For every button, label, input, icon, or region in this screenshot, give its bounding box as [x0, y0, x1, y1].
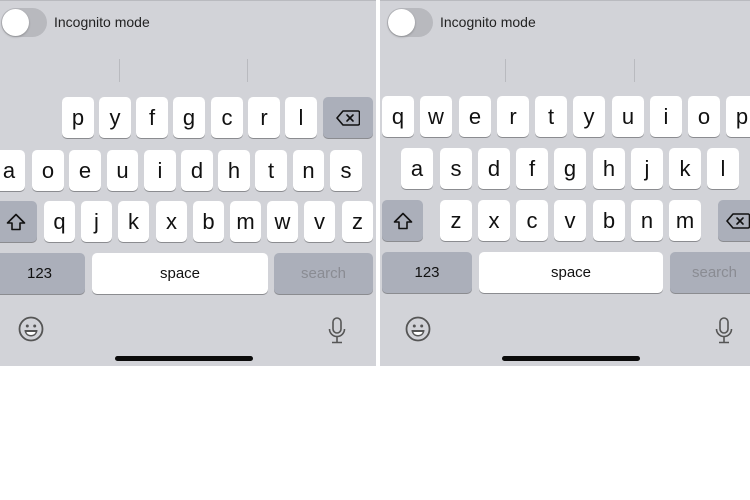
- key-n[interactable]: n: [293, 150, 324, 191]
- home-indicator[interactable]: [502, 356, 640, 361]
- key-u[interactable]: u: [107, 150, 138, 191]
- backspace-key[interactable]: [718, 200, 750, 241]
- numbers-key[interactable]: 123: [382, 252, 472, 293]
- key-t[interactable]: t: [535, 96, 567, 137]
- key-f[interactable]: f: [136, 97, 168, 138]
- shift-key[interactable]: [382, 200, 423, 241]
- toggle-knob: [2, 9, 29, 36]
- key-p[interactable]: p: [62, 97, 94, 138]
- home-indicator[interactable]: [115, 356, 253, 361]
- incognito-label: Incognito mode: [54, 14, 150, 30]
- divider: [380, 0, 750, 1]
- space-key[interactable]: space: [479, 252, 663, 293]
- key-j[interactable]: j: [81, 201, 112, 242]
- key-s[interactable]: s: [330, 150, 362, 191]
- key-d[interactable]: d: [181, 150, 213, 191]
- key-e[interactable]: e: [459, 96, 491, 137]
- key-w[interactable]: w: [420, 96, 452, 137]
- key-n[interactable]: n: [631, 200, 663, 241]
- shift-key[interactable]: [0, 201, 37, 242]
- key-p[interactable]: p: [726, 96, 750, 137]
- key-q[interactable]: q: [382, 96, 414, 137]
- key-e[interactable]: e: [69, 150, 101, 191]
- key-r[interactable]: r: [497, 96, 529, 137]
- key-l[interactable]: l: [707, 148, 739, 189]
- backspace-icon: [726, 212, 750, 229]
- key-k[interactable]: k: [669, 148, 701, 189]
- key-g[interactable]: g: [173, 97, 205, 138]
- key-x[interactable]: x: [478, 200, 510, 241]
- dictation-button[interactable]: [715, 317, 733, 345]
- key-v[interactable]: v: [554, 200, 586, 241]
- key-z[interactable]: z: [440, 200, 472, 241]
- key-m[interactable]: m: [669, 200, 701, 241]
- key-w[interactable]: w: [267, 201, 298, 242]
- incognito-toggle[interactable]: [1, 8, 47, 37]
- backspace-key[interactable]: [323, 97, 373, 138]
- key-h[interactable]: h: [593, 148, 625, 189]
- suggestion-separator: [505, 59, 506, 82]
- space-key[interactable]: space: [92, 253, 268, 294]
- key-c[interactable]: c: [516, 200, 548, 241]
- backspace-icon: [336, 109, 360, 126]
- key-d[interactable]: d: [478, 148, 510, 189]
- keyboard-qwerty: Incognito mode q w e r t y u i o p a s d…: [380, 0, 750, 366]
- key-x[interactable]: x: [156, 201, 187, 242]
- key-m[interactable]: m: [230, 201, 261, 242]
- key-b[interactable]: b: [193, 201, 224, 242]
- key-c[interactable]: c: [211, 97, 243, 138]
- key-t[interactable]: t: [255, 150, 287, 191]
- key-y[interactable]: y: [99, 97, 131, 138]
- key-g[interactable]: g: [554, 148, 586, 189]
- search-key[interactable]: search: [274, 253, 373, 294]
- key-i[interactable]: i: [650, 96, 682, 137]
- key-j[interactable]: j: [631, 148, 663, 189]
- key-h[interactable]: h: [218, 150, 250, 191]
- key-u[interactable]: u: [612, 96, 644, 137]
- key-q[interactable]: q: [44, 201, 75, 242]
- key-f[interactable]: f: [516, 148, 548, 189]
- key-a[interactable]: a: [0, 150, 25, 191]
- toggle-knob: [388, 9, 415, 36]
- key-o[interactable]: o: [688, 96, 720, 137]
- key-l[interactable]: l: [285, 97, 317, 138]
- key-z[interactable]: z: [342, 201, 373, 242]
- numbers-key[interactable]: 123: [0, 253, 85, 294]
- emoji-icon: [18, 316, 44, 342]
- key-v[interactable]: v: [304, 201, 335, 242]
- emoji-icon: [405, 316, 431, 342]
- suggestion-separator: [119, 59, 120, 82]
- key-o[interactable]: o: [32, 150, 64, 191]
- keyboard-dvorak: Incognito mode p y f g c r l a o e u i d…: [0, 0, 376, 366]
- key-a[interactable]: a: [401, 148, 433, 189]
- emoji-button[interactable]: [405, 316, 431, 342]
- key-r[interactable]: r: [248, 97, 280, 138]
- suggestion-separator: [247, 59, 248, 82]
- microphone-icon: [715, 317, 733, 344]
- key-k[interactable]: k: [118, 201, 149, 242]
- key-b[interactable]: b: [593, 200, 625, 241]
- suggestion-separator: [634, 59, 635, 82]
- shift-icon: [393, 212, 412, 229]
- key-y[interactable]: y: [573, 96, 605, 137]
- incognito-toggle[interactable]: [387, 8, 433, 37]
- incognito-label: Incognito mode: [440, 14, 536, 30]
- microphone-icon: [328, 317, 346, 344]
- key-s[interactable]: s: [440, 148, 472, 189]
- search-key[interactable]: search: [670, 252, 750, 293]
- shift-icon: [6, 213, 25, 230]
- divider: [0, 0, 376, 1]
- key-i[interactable]: i: [144, 150, 176, 191]
- emoji-button[interactable]: [18, 316, 44, 342]
- dictation-button[interactable]: [328, 317, 346, 345]
